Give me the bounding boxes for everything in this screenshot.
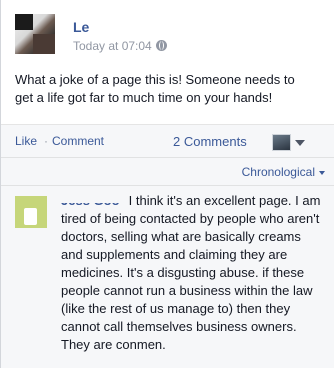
action-bar: Like · Comment 2 Comments xyxy=(1,124,334,158)
chevron-down-icon[interactable] xyxy=(295,140,305,146)
author-avatar[interactable] xyxy=(15,14,55,54)
chronological-dropdown[interactable]: Chronological xyxy=(242,165,315,179)
ordering-row: Chronological xyxy=(1,158,334,186)
comment-body: Jess Goo I think it's an excellent page.… xyxy=(61,192,323,354)
timestamp-text[interactable]: Today at 07:04 xyxy=(73,39,152,53)
avatar-shape xyxy=(33,34,55,54)
post-text: What a joke of a page this is! Someone n… xyxy=(15,72,295,105)
commenter-avatar[interactable] xyxy=(15,196,47,228)
comment-text: I think it's an excellent page. I am tir… xyxy=(61,193,321,352)
avatar-shape xyxy=(24,208,37,225)
commenter-name[interactable]: Jess Goo xyxy=(61,192,125,210)
post-card: Le Today at 07:04 What a joke of a page … xyxy=(0,0,334,368)
comment-item: Jess Goo I think it's an excellent page.… xyxy=(1,186,334,368)
share-avatar-icon[interactable] xyxy=(272,134,291,151)
avatar-shape xyxy=(15,14,33,30)
separator: · xyxy=(44,134,48,148)
author-name[interactable]: Le xyxy=(73,19,89,35)
post-timestamp[interactable]: Today at 07:04 xyxy=(73,39,167,53)
like-button[interactable]: Like xyxy=(15,134,37,148)
comment-button[interactable]: Comment xyxy=(52,134,104,148)
redaction xyxy=(61,192,125,203)
globe-icon xyxy=(155,40,167,51)
comments-count-link[interactable]: 2 Comments xyxy=(173,134,247,149)
chevron-down-icon[interactable] xyxy=(319,171,325,175)
